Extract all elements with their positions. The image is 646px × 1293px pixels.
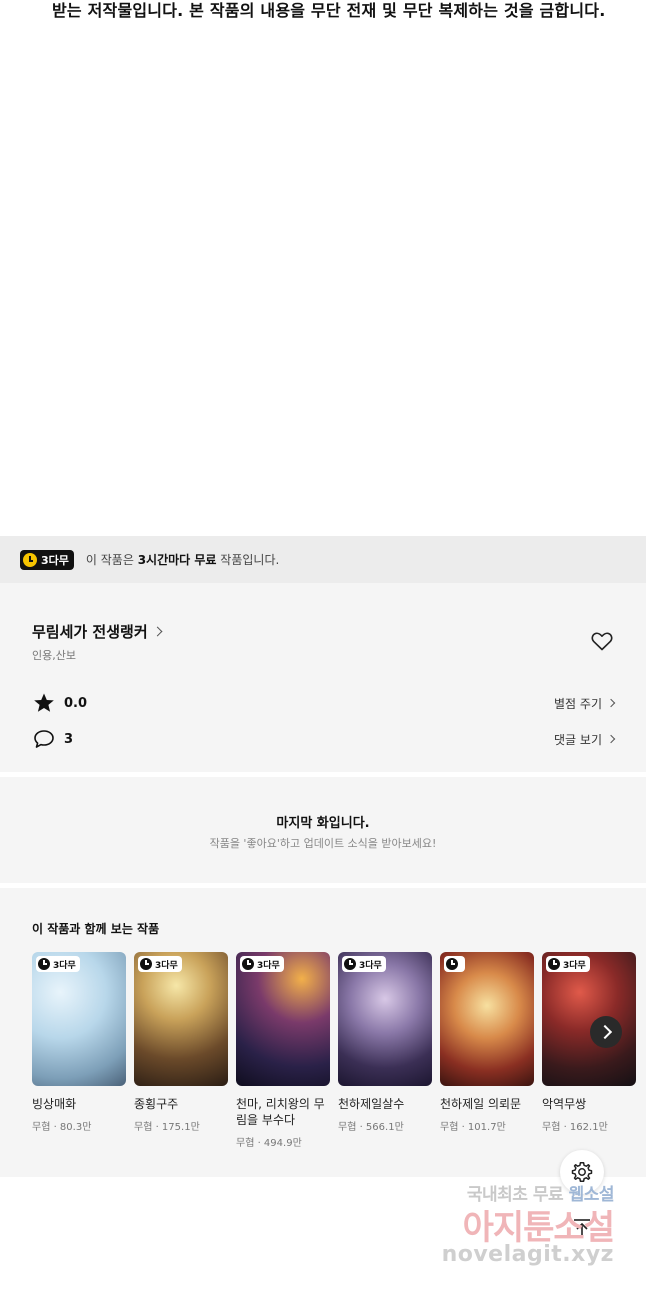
comments-count: 3 (64, 731, 74, 747)
free-badge: 3다무 (342, 956, 386, 972)
recommendation-meta: 무협 · 101.7만 (440, 1122, 506, 1133)
series-title-link[interactable]: 무림세가 전생랭커 (32, 621, 163, 642)
free-badge-label: 3다무 (53, 960, 76, 971)
copyright-text: 받는 저작물입니다. 본 작품의 내용을 무단 전재 및 무단 복제하는 것을 … (52, 1, 606, 20)
free-banner-bold: 3시간마다 무료 (137, 553, 217, 567)
chevron-right-icon (152, 626, 163, 637)
series-authors: 인용,산보 (32, 649, 76, 662)
rate-button[interactable]: 별점 주기 (554, 695, 616, 712)
free-badge-label: 3다무 (359, 960, 382, 971)
recommendation-card[interactable]: 천하제일 의뢰문 무협 · 101.7만 (440, 952, 534, 1133)
recommendation-meta: 무협 · 494.9만 (236, 1138, 302, 1149)
recommendation-title[interactable]: 천하제일 의뢰문 (440, 1096, 534, 1112)
clock-icon (446, 958, 458, 970)
recommendation-card[interactable]: 3다무 악역무쌍 무협 · 162.1만 (542, 952, 636, 1133)
recommendation-title[interactable]: 빙상매화 (32, 1096, 126, 1112)
comments-button-label[interactable]: 댓글 보기 (554, 731, 602, 748)
recommendation-title[interactable]: 악역무쌍 (542, 1096, 636, 1112)
free-banner: 3다무 이 작품은 3시간마다 무료 작품입니다. (0, 536, 646, 583)
free-badge-label: 3다무 (257, 960, 280, 971)
recommendation-title[interactable]: 종횡구주 (134, 1096, 228, 1112)
free-badge: 3다무 (20, 549, 74, 570)
recommendation-meta: 무협 · 175.1만 (134, 1122, 200, 1133)
comment-icon (34, 730, 54, 748)
watermark: 국내최초 무료 웹소설 아지툰소설 novelagit.xyz (440, 1180, 640, 1280)
chevron-right-icon (606, 734, 616, 744)
free-badge-label: 3다무 (155, 960, 178, 971)
cover-image[interactable]: 3다무 (338, 952, 432, 1086)
comments-button[interactable]: 댓글 보기 (554, 731, 616, 748)
last-episode-subtitle: 작품을 '좋아요'하고 업데이트 소식을 받아보세요! (209, 837, 437, 850)
recommendation-card[interactable]: 3다무 천마, 리치왕의 무림을 부수다 무협 · 494.9만 (236, 952, 330, 1149)
cover-image[interactable] (440, 952, 534, 1086)
free-badge (444, 956, 465, 972)
last-episode-notice: 마지막 화입니다. 작품을 '좋아요'하고 업데이트 소식을 받아보세요! (0, 777, 646, 883)
free-badge: 3다무 (36, 956, 80, 972)
chevron-right-icon (606, 698, 616, 708)
cover-image[interactable]: 3다무 (32, 952, 126, 1086)
recommendation-card[interactable]: 3다무 빙상매화 무협 · 80.3만 (32, 952, 126, 1133)
clock-icon (140, 958, 152, 970)
recommendation-meta: 무협 · 80.3만 (32, 1122, 92, 1133)
free-banner-text: 이 작품은 3시간마다 무료 작품입니다. (86, 551, 279, 568)
recommendation-card[interactable]: 3다무 천하제일살수 무협 · 566.1만 (338, 952, 432, 1133)
star-icon (34, 693, 54, 712)
recommendations-heading: 이 작품과 함께 보는 작품 (32, 922, 160, 936)
free-badge: 3다무 (240, 956, 284, 972)
cover-image[interactable]: 3다무 (134, 952, 228, 1086)
rating-row: 0.0 별점 주기 (32, 691, 616, 715)
clock-icon (242, 958, 254, 970)
clock-icon (548, 958, 560, 970)
recommendation-title[interactable]: 천하제일살수 (338, 1096, 432, 1112)
heart-icon[interactable] (590, 629, 614, 653)
recommendation-card[interactable]: 3다무 종횡구주 무협 · 175.1만 (134, 952, 228, 1133)
carousel-next-button[interactable] (590, 1016, 622, 1048)
recommendation-meta: 무협 · 162.1만 (542, 1122, 608, 1133)
series-info: 무림세가 전생랭커 인용,산보 0.0 별점 주기 3 댓글 보기 (0, 583, 646, 772)
recommendation-title[interactable]: 천마, 리치왕의 무림을 부수다 (236, 1096, 330, 1128)
free-banner-prefix: 이 작품은 (85, 553, 138, 567)
recommendations: 이 작품과 함께 보는 작품 3다무 빙상매화 무협 · 80.3만 3다무 종… (0, 888, 646, 1177)
comments-row: 3 댓글 보기 (32, 727, 616, 751)
free-badge: 3다무 (546, 956, 590, 972)
free-badge-label: 3다무 (563, 960, 586, 971)
free-banner-suffix: 작품입니다. (216, 553, 280, 567)
clock-icon (23, 552, 37, 567)
clock-icon (38, 958, 50, 970)
recommendation-meta: 무협 · 566.1만 (338, 1122, 404, 1133)
last-episode-title: 마지막 화입니다. (276, 816, 370, 831)
copyright-notice: 받는 저작물입니다. 본 작품의 내용을 무단 전재 및 무단 복제하는 것을 … (0, 0, 646, 22)
watermark-line3: novelagit.xyz (441, 1242, 614, 1267)
clock-icon (344, 958, 356, 970)
cover-image[interactable]: 3다무 (542, 952, 636, 1086)
rate-button-label[interactable]: 별점 주기 (554, 695, 602, 712)
series-title[interactable]: 무림세가 전생랭커 (32, 621, 148, 642)
cover-image[interactable]: 3다무 (236, 952, 330, 1086)
free-badge-label: 3다무 (41, 553, 69, 567)
rating-value: 0.0 (64, 695, 88, 711)
free-badge: 3다무 (138, 956, 182, 972)
